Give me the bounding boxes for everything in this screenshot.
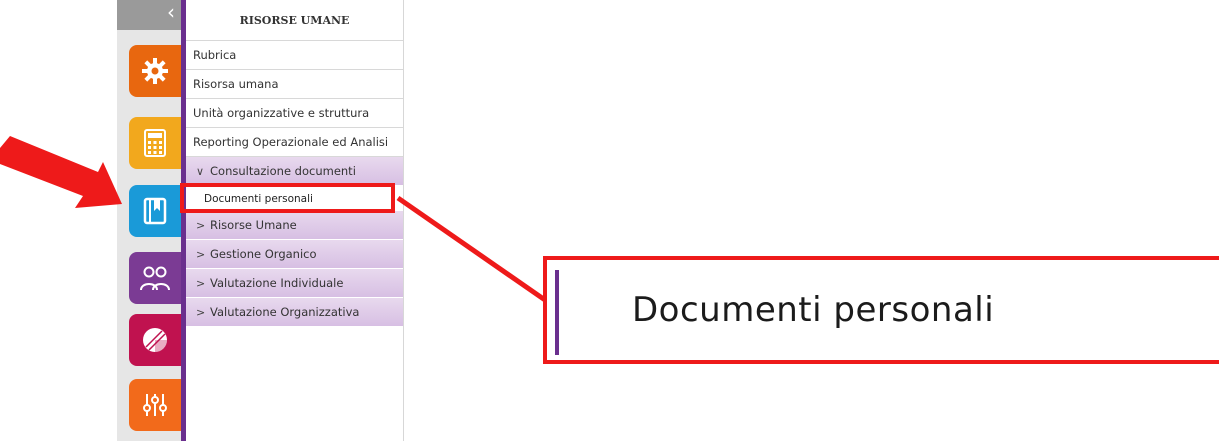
annotation-overlay — [0, 136, 547, 303]
red-arrow-icon — [0, 136, 122, 208]
callout-connector-line — [396, 195, 547, 303]
